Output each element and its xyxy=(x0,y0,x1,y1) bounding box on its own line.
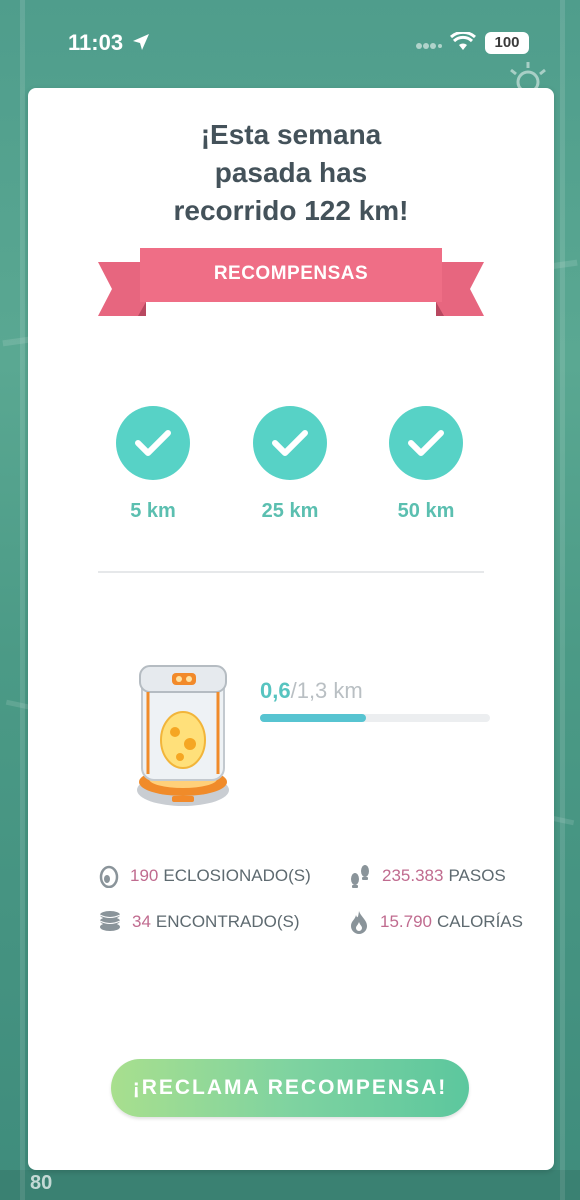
egg-incubator-icon xyxy=(137,665,229,806)
status-time: 11:03 xyxy=(68,30,124,55)
title-line-3: recorrido 122 km! xyxy=(173,195,409,226)
stat-caught-label: ENCONTRADO(S) xyxy=(155,912,300,931)
stat-hatched: 190 ECLOSIONADO(S) xyxy=(98,864,311,888)
milestone-label: 50 km xyxy=(397,500,455,522)
bottom-level-number: 80 xyxy=(30,1172,53,1194)
footprints-icon xyxy=(348,864,372,888)
stat-steps-value: 235.383 xyxy=(382,866,444,885)
cellular-signal-icon xyxy=(416,43,442,49)
stat-hatched-label: ECLOSIONADO(S) xyxy=(163,866,311,885)
title-line-1: ¡Esta semana xyxy=(200,119,382,150)
milestone-25km: 25 km xyxy=(230,406,350,523)
section-divider xyxy=(98,571,484,573)
egg-progress-fill xyxy=(260,714,366,722)
weather-sun-icon xyxy=(510,62,546,90)
claim-reward-button[interactable]: ¡RECLAMA RECOMPENSA! xyxy=(111,1059,469,1117)
stat-calories-label: CALORÍAS xyxy=(437,912,523,931)
milestone-label: 5 km xyxy=(130,500,176,522)
milestone-50km: 50 km xyxy=(366,406,486,523)
egg-icon xyxy=(98,864,120,888)
stat-calories-value: 15.790 xyxy=(380,912,432,931)
title-line-2: pasada has xyxy=(214,157,368,188)
milestone-label: 25 km xyxy=(261,500,319,522)
check-icon xyxy=(272,430,308,456)
stat-steps-label: PASOS xyxy=(448,866,506,885)
egg-distance-current: 0,6 xyxy=(260,678,291,703)
egg-progress-bar xyxy=(260,714,490,722)
milestone-check xyxy=(253,406,327,480)
milestone-5km: 5 km xyxy=(93,406,213,523)
stat-calories: 15.790 CALORÍAS xyxy=(348,910,523,934)
bottom-map-strip xyxy=(0,1170,580,1200)
location-arrow-icon xyxy=(133,34,149,50)
status-bar: 11:03 100 xyxy=(0,0,580,90)
stat-caught-value: 34 xyxy=(132,912,151,931)
rewards-ribbon-label: RECOMPENSAS xyxy=(213,263,369,284)
check-icon xyxy=(408,430,444,456)
milestone-check xyxy=(116,406,190,480)
wifi-icon xyxy=(450,32,476,50)
stat-hatched-value: 190 xyxy=(130,866,159,885)
egg-distance-total: /1,3 km xyxy=(290,678,363,703)
battery-indicator: 100 xyxy=(485,32,529,54)
egg-distance-progress: 0,6/1,3 km xyxy=(260,678,363,704)
check-icon xyxy=(135,430,171,456)
coins-stack-icon xyxy=(98,910,122,934)
flame-icon xyxy=(348,910,370,934)
milestone-check xyxy=(389,406,463,480)
weekly-summary-dialog: ¡Esta semana pasada has recorrido 122 km… xyxy=(28,88,554,1170)
dialog-title: ¡Esta semana pasada has recorrido 122 km… xyxy=(28,116,554,230)
stat-steps: 235.383 PASOS xyxy=(348,864,506,888)
stat-caught: 34 ENCONTRADO(S) xyxy=(98,910,299,934)
